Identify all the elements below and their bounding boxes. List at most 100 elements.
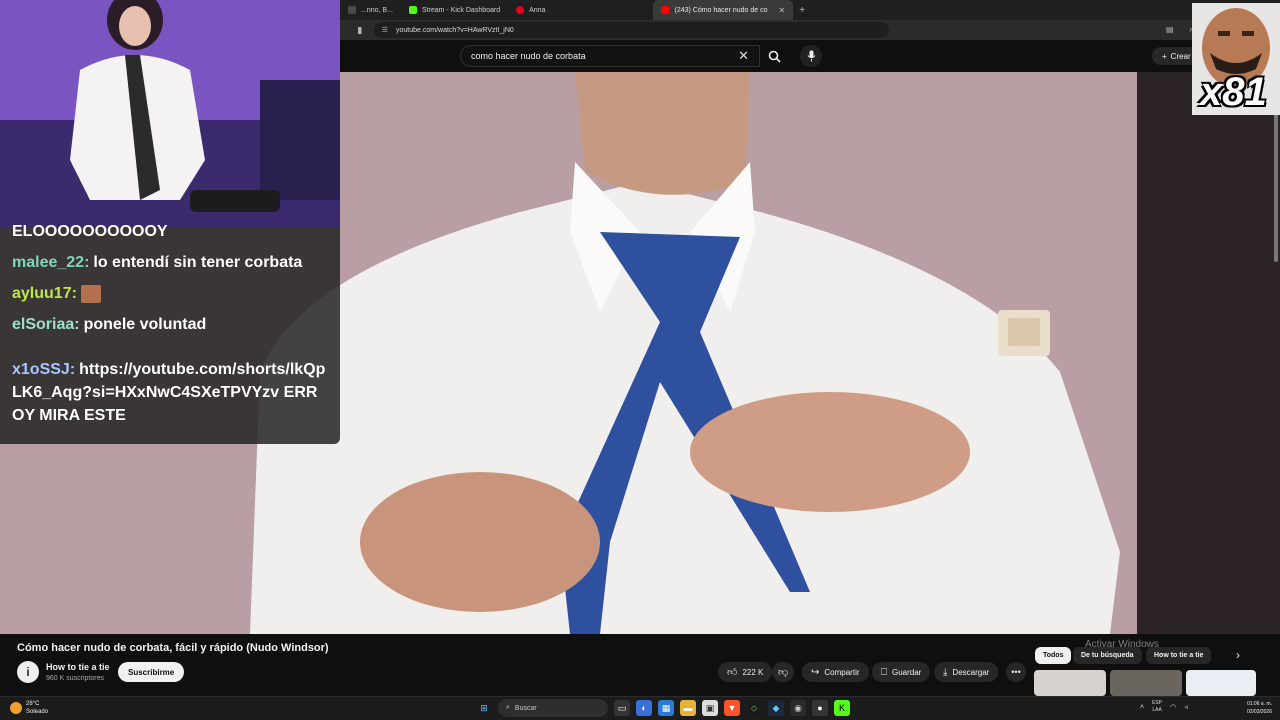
- copilot-icon[interactable]: ◐: [636, 700, 652, 716]
- app-icon[interactable]: ▣: [702, 700, 718, 716]
- chevron-up-icon[interactable]: ˄: [1140, 704, 1144, 711]
- volume-icon[interactable]: ◃: [1184, 703, 1188, 711]
- clock[interactable]: 01:06 a. m. 02/03/2026: [1236, 700, 1272, 716]
- app-icon[interactable]: ◉: [790, 700, 806, 716]
- lang-top: ESP: [1152, 700, 1163, 706]
- save-button[interactable]: ⎕ Guardar: [872, 662, 931, 682]
- windows-start-icon[interactable]: ⊞: [476, 700, 492, 716]
- voice-search-button[interactable]: [800, 45, 822, 67]
- store-icon[interactable]: ▦: [658, 700, 674, 716]
- chat-text: lo entendí sin tener corbata: [93, 254, 303, 271]
- tab-label: Stream - Kick Dashboard: [421, 6, 501, 14]
- related-video-thumbnail[interactable]: [1034, 670, 1106, 696]
- download-label: Descargar: [952, 667, 990, 677]
- microphone-icon: [807, 50, 815, 62]
- taskbar-search-label: Buscar: [514, 704, 537, 712]
- bookmark-icon: ⎕: [881, 666, 887, 678]
- bookmark-icon[interactable]: ▮: [352, 25, 368, 36]
- kick-icon[interactable]: K: [834, 700, 850, 716]
- channel-avatar[interactable]: i: [17, 661, 39, 683]
- steam-icon[interactable]: ◆: [768, 700, 784, 716]
- chip-label: De tu búsqueda: [1081, 652, 1134, 659]
- chat-emote: [80, 284, 101, 303]
- taskbar-apps: ⊞ ⌕ Buscar ▭ ◐ ▦ ▬ ▣ ▼ ⬦ ◆ ◉ ● K: [476, 699, 850, 717]
- chat-text: ponele voluntad: [83, 316, 207, 333]
- browser-tab[interactable]: Stream - Kick Dashboard: [401, 0, 508, 20]
- related-video-thumbnail[interactable]: [1110, 670, 1182, 696]
- brave-browser-icon[interactable]: ▼: [724, 700, 740, 716]
- search-button[interactable]: [760, 45, 788, 67]
- pinterest-favicon-icon: [516, 6, 525, 14]
- subscribe-button[interactable]: Suscribirme: [118, 662, 185, 682]
- tab-favicon-icon: [348, 6, 356, 14]
- kick-favicon-icon: [408, 6, 417, 14]
- chat-message: x1oSSJ: https://youtube.com/shorts/lkQpLK…: [12, 358, 328, 427]
- youtube-header: como hacer nudo de corbata ✕ + Crear: [340, 40, 1280, 72]
- chip-label: Todos: [1043, 652, 1064, 659]
- subscriber-count: 960 K suscriptores: [46, 675, 104, 682]
- video-info: Cómo hacer nudo de corbata, fácil y rápi…: [0, 634, 1280, 696]
- site-info-icon[interactable]: ☰: [382, 26, 388, 34]
- thumbs-up-icon: 👍︎: [727, 667, 738, 678]
- channel-name[interactable]: How to tie a tie: [46, 662, 110, 672]
- chat-username: ayluu17:: [12, 285, 77, 302]
- video-title: Cómo hacer nudo de corbata, fácil y rápi…: [17, 642, 329, 654]
- plus-icon[interactable]: +: [799, 5, 805, 16]
- youtube-favicon-icon: [661, 6, 670, 14]
- avatar-letter: i: [26, 665, 30, 679]
- browser-tab[interactable]: ...nno, B...: [340, 0, 401, 20]
- wifi-icon[interactable]: ◠: [1170, 703, 1176, 711]
- app-icon[interactable]: ⬦: [746, 700, 762, 716]
- language-indicator[interactable]: ESP LAA: [1152, 700, 1162, 714]
- windows-taskbar: 28°C Soleado ⊞ ⌕ Buscar ▭ ◐ ▦ ▬ ▣ ▼ ⬦ ◆ …: [0, 696, 1280, 720]
- sidebar-icon[interactable]: ▤: [1166, 25, 1174, 34]
- dislike-button[interactable]: 👎︎: [772, 662, 795, 682]
- weather-desc: Soleado: [26, 709, 49, 715]
- related-video-thumbnail[interactable]: [1186, 670, 1256, 696]
- webcam-frame: [0, 0, 340, 228]
- chevron-right-icon[interactable]: ›: [1236, 648, 1240, 662]
- task-view-icon[interactable]: ▭: [614, 700, 630, 716]
- file-explorer-icon[interactable]: ▬: [680, 700, 696, 716]
- chat-username: malee_22:: [12, 254, 90, 271]
- page-scrollbar[interactable]: [1274, 112, 1278, 262]
- chip-from-search[interactable]: De tu búsqueda: [1073, 647, 1142, 664]
- browser-tab[interactable]: Anna: [508, 0, 553, 20]
- clock-date: 02/03/2026: [1246, 709, 1272, 715]
- weather-text: 28°C Soleado: [26, 700, 48, 716]
- download-button[interactable]: ⤓ Descargar: [934, 662, 999, 682]
- tab-label: (243) Cómo hacer nudo de co: [674, 6, 768, 14]
- search-query: como hacer nudo de corbata: [471, 51, 586, 61]
- browser-tab-strip: ...nno, B... Stream - Kick Dashboard Ann…: [340, 0, 1280, 20]
- browser-tab-active[interactable]: (243) Cómo hacer nudo de co ✕: [653, 0, 794, 20]
- reaction-count: x81: [1200, 70, 1267, 114]
- streamer-webcam: [0, 0, 340, 228]
- weather-temp: 28°C: [26, 701, 40, 707]
- create-label: Crear: [1170, 51, 1191, 61]
- like-button[interactable]: 👍︎ 222 K: [718, 662, 773, 682]
- search-input[interactable]: como hacer nudo de corbata ✕: [460, 45, 760, 67]
- weather-widget[interactable]: 28°C Soleado: [10, 700, 48, 716]
- address-bar-row: ▮ ☰ youtube.com/watch?v=HAwRVztI_jN0 ⌕ ▭…: [340, 20, 1280, 40]
- reaction-overlay: x81: [1192, 3, 1280, 115]
- chat-message: malee_22: lo entendí sin tener corbata: [12, 251, 328, 274]
- like-count: 222 K: [742, 667, 764, 677]
- lang-bottom: LAA: [1152, 707, 1162, 713]
- chat-username: elSoriaa:: [12, 316, 80, 333]
- share-button[interactable]: ↪ Compartir: [802, 662, 869, 682]
- chat-text: ELOOOOOOOOOOY: [12, 223, 168, 240]
- clock-time: 01:06 a. m.: [1246, 701, 1272, 707]
- chip-how-to-tie[interactable]: How to tie a tie: [1146, 647, 1212, 664]
- taskbar-search[interactable]: ⌕ Buscar: [498, 699, 608, 717]
- close-tab-icon[interactable]: ✕: [778, 6, 785, 15]
- url-field[interactable]: ☰ youtube.com/watch?v=HAwRVztI_jN0: [373, 22, 890, 38]
- plus-icon: +: [1162, 51, 1167, 61]
- tab-label: ...nno, B...: [361, 6, 393, 14]
- download-icon: ⤓: [943, 666, 948, 678]
- more-actions-button[interactable]: •••: [1006, 662, 1026, 682]
- clear-search-icon[interactable]: ✕: [738, 48, 749, 64]
- stream-chat: ELOOOOOOOOOOY malee_22: lo entendí sin te…: [0, 223, 340, 444]
- chat-message: elSoriaa: ponele voluntad: [12, 313, 328, 336]
- obs-icon[interactable]: ●: [812, 700, 828, 716]
- chip-all[interactable]: Todos: [1035, 647, 1072, 664]
